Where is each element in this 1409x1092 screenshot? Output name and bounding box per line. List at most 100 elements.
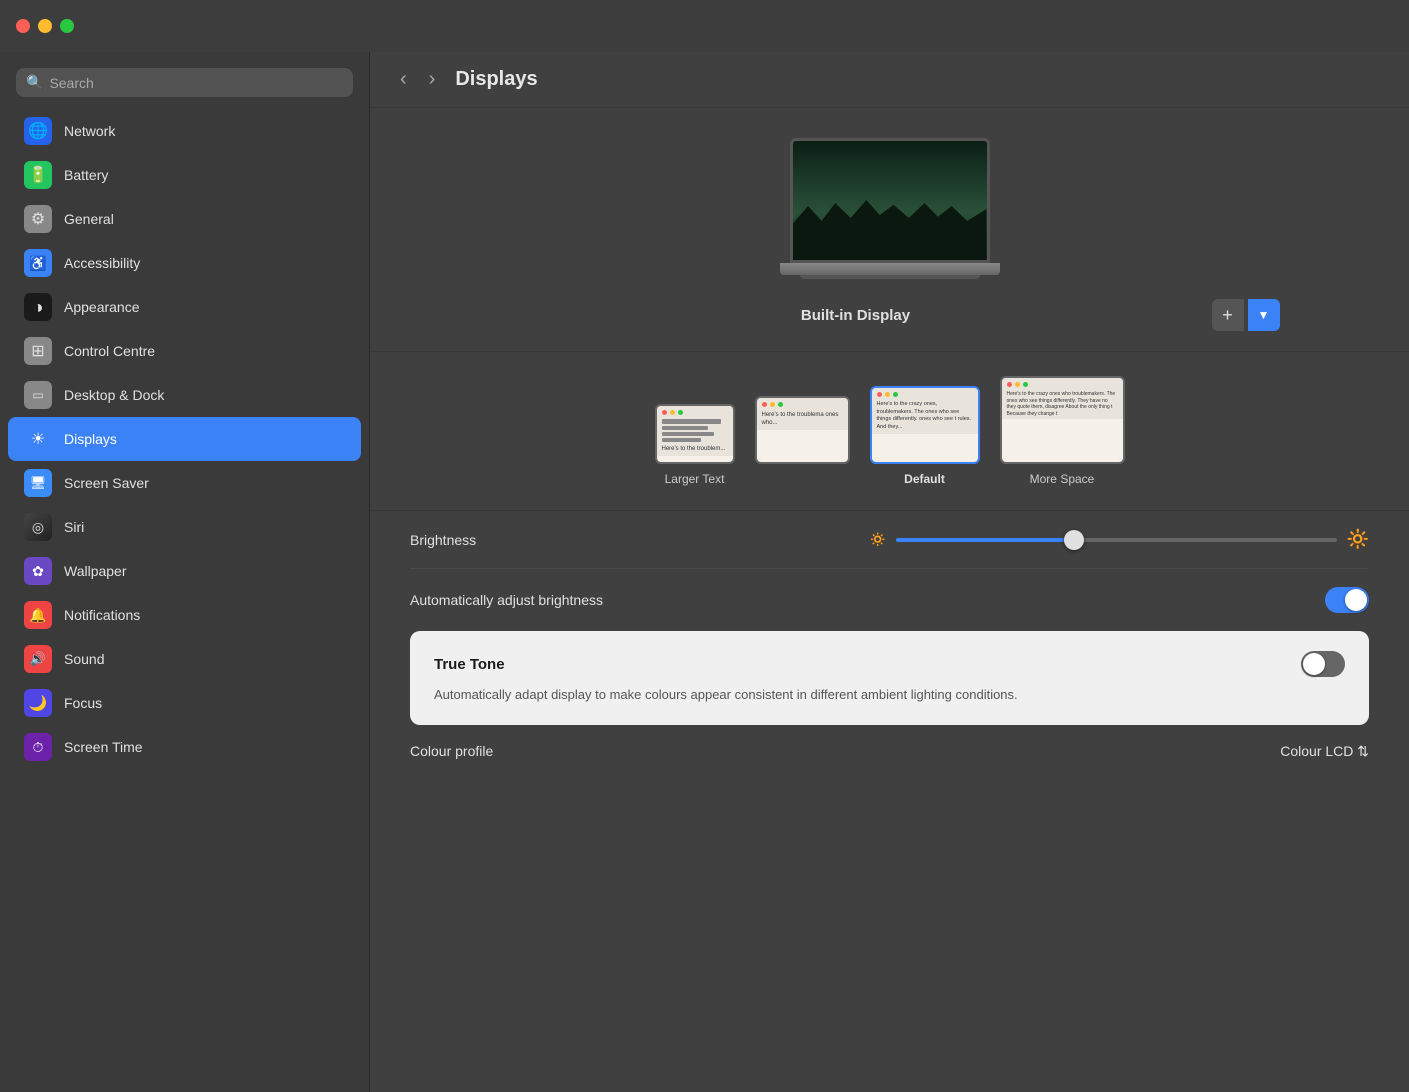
accessibility-icon: ♿ [24,249,52,277]
search-input[interactable]: Search [49,75,93,91]
settings-section: Brightness 🔅 🔆 Automatically adjust brig… [370,511,1409,631]
sidebar-item-label-notifications: Notifications [64,607,140,623]
sidebar-item-appearance[interactable]: ◑ Appearance [8,285,361,329]
display-label: Built-in Display [500,307,1212,324]
sidebar-item-label-screensaver: Screen Saver [64,475,149,491]
controlcentre-icon: ⊞ [24,337,52,365]
sidebar-item-notifications[interactable]: 🔔 Notifications [8,593,361,637]
back-button[interactable]: ‹ [394,66,413,93]
sidebar-item-network[interactable]: 🌐 Network [8,109,361,153]
auto-brightness-label: Automatically adjust brightness [410,592,603,608]
colour-profile-value[interactable]: Colour LCD ⇅ [1280,743,1369,760]
sidebar-item-screensaver[interactable]: 🖥 Screen Saver [8,461,361,505]
resolution-section: Here's to the troublem... Larger Text [370,352,1409,511]
display-chevron-button[interactable]: ▼ [1248,299,1280,331]
content-header: ‹ › Displays [370,52,1409,108]
res-label-larger-text: Larger Text [665,472,725,486]
res-preview-more-space: Here's to the crazy ones who troublemake… [1000,376,1125,464]
minimize-button[interactable] [38,19,52,33]
sidebar-item-desktopanddock[interactable]: ▭ Desktop & Dock [8,373,361,417]
sidebar-item-general[interactable]: ⚙ General [8,197,361,241]
dot-red-2 [762,402,767,407]
wallpaper-icon: ✿ [24,557,52,585]
res-option-larger-text[interactable]: Here's to the troublem... Larger Text [655,404,735,486]
sidebar-item-label-desktopanddock: Desktop & Dock [64,387,164,403]
wallpaper-preview [793,141,987,260]
true-tone-toggle[interactable] [1301,651,1345,677]
search-icon: 🔍 [26,74,43,91]
sidebar-item-focus[interactable]: 🌙 Focus [8,681,361,725]
sidebar-item-label-focus: Focus [64,695,102,711]
sidebar-item-label-network: Network [64,123,115,139]
notifications-icon: 🔔 [24,601,52,629]
sidebar-item-label-battery: Battery [64,167,108,183]
res-option-default[interactable]: Here's to the crazy ones, troublemakers.… [870,386,980,486]
display-add-btn: + ▼ [1212,299,1280,331]
dock-icon: ▭ [24,381,52,409]
battery-icon: 🔋 [24,161,52,189]
sidebar-item-sound[interactable]: 🔊 Sound [8,637,361,681]
sidebar-item-label-displays: Displays [64,431,117,447]
focus-icon: 🌙 [24,689,52,717]
brightness-label: Brightness [410,532,476,548]
sidebar-item-label-general: General [64,211,114,227]
dot-yellow-3 [885,392,890,397]
screentime-icon: ⏱ [24,733,52,761]
display-label-row: Built-in Display + ▼ [500,299,1280,331]
displays-icon: ☀ [24,425,52,453]
titlebar [0,0,1409,52]
appearance-icon: ◑ [24,293,52,321]
sidebar-item-label-appearance: Appearance [64,299,140,315]
sidebar-item-battery[interactable]: 🔋 Battery [8,153,361,197]
res-preview-medium: Here's to the troublema ones who... [755,396,850,464]
sidebar-item-wallpaper[interactable]: ✿ Wallpaper [8,549,361,593]
dot-yellow-2 [770,402,775,407]
res-option-more-space[interactable]: Here's to the crazy ones who troublemake… [1000,376,1125,486]
true-tone-title: True Tone [434,656,505,673]
add-display-button[interactable]: + [1212,299,1244,331]
colour-profile-row: Colour profile Colour LCD ⇅ [370,725,1409,778]
sidebar-item-displays[interactable]: ☀ Displays [8,417,361,461]
true-tone-description: Automatically adapt display to make colo… [434,685,1345,705]
res-preview-larger-text: Here's to the troublem... [655,404,735,464]
sidebar: 🔍 Search 🌐 Network 🔋 Battery ⚙ General ♿… [0,52,370,1092]
res-preview-default: Here's to the crazy ones, troublemakers.… [870,386,980,464]
brightness-slider-container: 🔅 🔆 [869,529,1369,550]
sidebar-item-label-siri: Siri [64,519,84,535]
res-label-medium [800,472,803,486]
content-area: ‹ › Displays Built-in Display + [370,52,1409,1092]
sidebar-item-label-accessibility: Accessibility [64,255,140,271]
sidebar-item-siri[interactable]: ◎ Siri [8,505,361,549]
screensaver-icon: 🖥 [24,469,52,497]
brightness-row: Brightness 🔅 🔆 [410,511,1369,569]
brightness-slider-thumb[interactable] [1064,530,1084,550]
sidebar-item-controlcentre[interactable]: ⊞ Control Centre [8,329,361,373]
siri-icon: ◎ [24,513,52,541]
sidebar-item-accessibility[interactable]: ♿ Accessibility [8,241,361,285]
res-option-medium[interactable]: Here's to the troublema ones who... [755,396,850,486]
traffic-lights [16,19,74,33]
sidebar-item-screentime[interactable]: ⏱ Screen Time [8,725,361,769]
true-tone-header: True Tone [434,651,1345,677]
dot-green-4 [1023,382,1028,387]
general-icon: ⚙ [24,205,52,233]
sidebar-item-label-sound: Sound [64,651,104,667]
main-layout: 🔍 Search 🌐 Network 🔋 Battery ⚙ General ♿… [0,52,1409,1092]
dot-yellow [670,410,675,415]
network-icon: 🌐 [24,117,52,145]
dot-red-4 [1007,382,1012,387]
auto-brightness-toggle[interactable] [1325,587,1369,613]
toggle-thumb-auto-brightness [1345,589,1367,611]
close-button[interactable] [16,19,30,33]
brightness-dim-icon: 🔅 [869,531,886,548]
maximize-button[interactable] [60,19,74,33]
forward-button[interactable]: › [423,66,442,93]
sidebar-item-label-wallpaper: Wallpaper [64,563,127,579]
search-bar[interactable]: 🔍 Search [16,68,353,97]
dot-yellow-4 [1015,382,1020,387]
brightness-slider-track[interactable] [896,538,1336,542]
macbook-base [780,263,1000,275]
macbook-bottom [800,275,980,279]
macbook-display [780,138,1000,283]
colour-profile-label: Colour profile [410,743,493,759]
